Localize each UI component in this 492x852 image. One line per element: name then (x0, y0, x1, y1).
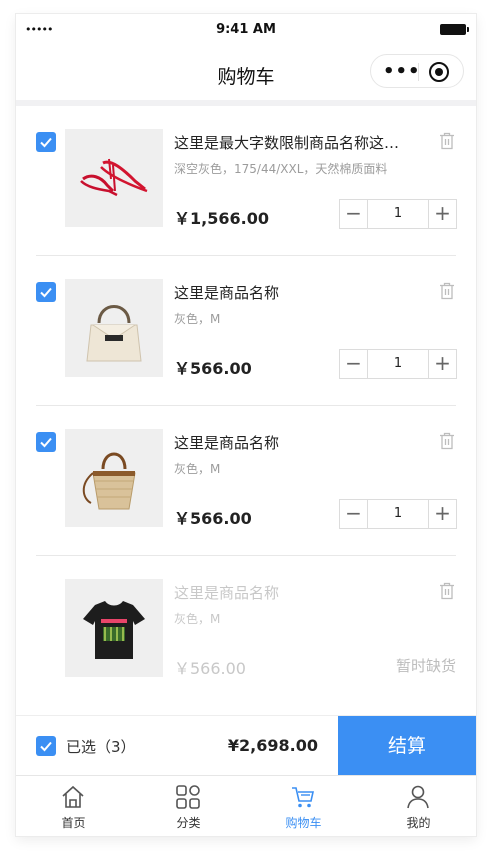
decrease-button[interactable]: − (340, 500, 368, 528)
product-price: ￥566.00 (174, 659, 246, 678)
trash-icon[interactable] (439, 132, 455, 154)
quantity-stepper: − 1 + (339, 199, 457, 229)
capsule-divider (418, 63, 419, 81)
item-checkbox[interactable] (36, 432, 56, 452)
quantity-value[interactable]: 1 (369, 200, 427, 228)
product-spec: 灰色，M (174, 462, 221, 476)
target-icon[interactable] (429, 62, 449, 82)
cart-item: 这里是最大字数限制商品名称这里是最大字数限制商品名称 深空灰色，175/44/X… (16, 106, 476, 256)
decrease-button[interactable]: − (340, 350, 368, 378)
tab-label: 购物车 (285, 816, 322, 830)
item-checkbox[interactable] (36, 282, 56, 302)
status-bar: ••••• 9:41 AM (16, 14, 476, 46)
home-icon (60, 784, 86, 814)
decrease-button[interactable]: − (340, 200, 368, 228)
product-name[interactable]: 这里是商品名称 (174, 282, 410, 303)
cart-item: 这里是商品名称 灰色，M ￥566.00 − 1 + (16, 256, 476, 406)
cart-list: 这里是最大字数限制商品名称这里是最大字数限制商品名称 深空灰色，175/44/X… (16, 106, 476, 706)
nav-bar: 购物车 ••• (16, 46, 476, 100)
increase-button[interactable]: + (428, 500, 456, 528)
select-all-checkbox[interactable] (36, 736, 56, 756)
product-price: ￥1,566.00 (174, 209, 269, 228)
quantity-stepper: − 1 + (339, 349, 457, 379)
tab-label: 分类 (176, 816, 201, 830)
product-spec: 深空灰色，175/44/XXL，天然棉质面料 (174, 162, 388, 176)
mini-program-capsule: ••• (370, 54, 464, 88)
product-image-red-sandals[interactable] (65, 129, 163, 227)
quantity-value[interactable]: 1 (369, 350, 427, 378)
product-image-white-handbag[interactable] (65, 279, 163, 377)
profile-icon (405, 784, 431, 814)
battery-icon (440, 24, 469, 35)
quantity-stepper: − 1 + (339, 499, 457, 529)
tab-profile[interactable]: 我的 (361, 782, 476, 836)
product-spec: 灰色，M (174, 612, 221, 626)
item-checkbox[interactable] (36, 132, 56, 152)
out-of-stock-label: 暂时缺货 (395, 657, 456, 675)
tab-home[interactable]: 首页 (16, 782, 131, 836)
product-price: ￥566.00 (174, 359, 252, 378)
product-name[interactable]: 这里是最大字数限制商品名称这里是最大字数限制商品名称 (174, 132, 410, 153)
trash-icon[interactable] (439, 432, 455, 454)
product-name[interactable]: 这里是商品名称 (174, 432, 410, 453)
tab-cart[interactable]: 购物车 (246, 782, 361, 836)
product-price: ￥566.00 (174, 509, 252, 528)
phone-frame: ••••• 9:41 AM 购物车 ••• 这里是最大字数限制商品名称这里是 深… (16, 14, 476, 836)
total-price: ¥2,698.00 (227, 736, 318, 755)
selected-count: 已选（3） (66, 738, 136, 756)
more-dots-icon[interactable]: ••• (383, 61, 421, 82)
status-time: 9:41 AM (216, 22, 276, 37)
product-image-black-tshirt[interactable] (65, 579, 163, 677)
checkout-bar: 已选（3） ¥2,698.00 结算 (16, 715, 476, 776)
quantity-value[interactable]: 1 (369, 500, 427, 528)
tab-label: 首页 (61, 816, 86, 830)
trash-icon[interactable] (439, 282, 455, 304)
cart-icon (290, 784, 316, 814)
product-name[interactable]: 这里是商品名称 (174, 582, 410, 603)
cart-item: 这里是商品名称 灰色，M ￥566.00 − 1 + (16, 406, 476, 556)
product-image-straw-bag[interactable] (65, 429, 163, 527)
tab-label: 我的 (406, 816, 431, 830)
trash-icon[interactable] (439, 582, 455, 604)
increase-button[interactable]: + (428, 350, 456, 378)
cart-item-unavailable: 这里是商品名称 灰色，M ￥566.00 暂时缺货 (16, 556, 476, 706)
tab-bar: 首页 分类 购物车 我的 (16, 775, 476, 836)
tab-category[interactable]: 分类 (131, 782, 246, 836)
increase-button[interactable]: + (428, 200, 456, 228)
category-icon (175, 784, 201, 814)
checkout-button[interactable]: 结算 (338, 716, 476, 776)
product-spec: 灰色，M (174, 312, 221, 326)
